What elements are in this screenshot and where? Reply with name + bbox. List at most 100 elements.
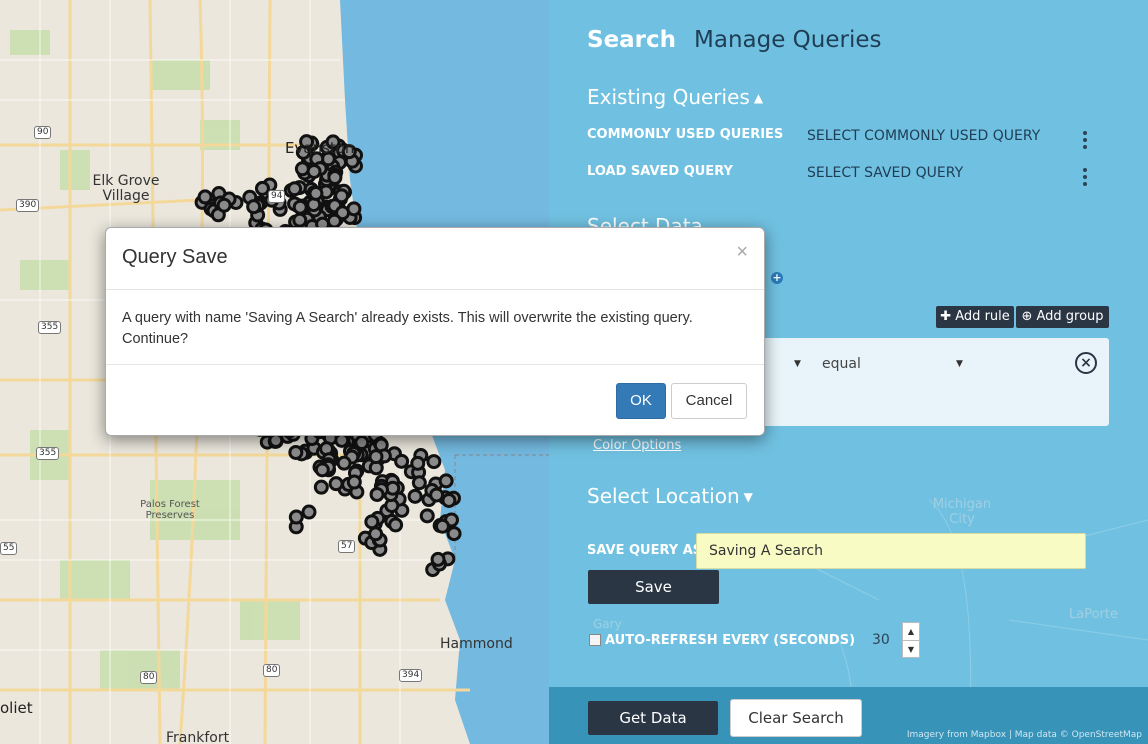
map-marker[interactable] — [268, 432, 284, 448]
place-label: LaPorte — [1069, 607, 1118, 622]
auto-refresh-label: AUTO-REFRESH EVERY (SECONDS) — [605, 633, 856, 648]
cancel-button[interactable]: Cancel — [671, 383, 747, 419]
map-marker[interactable] — [369, 486, 385, 502]
refresh-stepper[interactable]: ▲ ▼ — [902, 622, 920, 658]
tab-search[interactable]: Search — [587, 27, 676, 53]
remove-rule-icon[interactable]: × — [1075, 352, 1097, 374]
save-button[interactable]: Save — [588, 570, 719, 604]
place-label: Elk Grove Village — [92, 173, 160, 204]
map-marker[interactable] — [292, 199, 308, 215]
highway-shield: 80 — [263, 664, 281, 677]
place-label: Palos Forest Preserves — [140, 499, 200, 521]
action-bar: Get Data Clear Search Imagery from Mapbo… — [549, 687, 1148, 744]
query-rule: ▼ equal ▼ × — [734, 338, 1109, 426]
map-marker[interactable] — [287, 181, 303, 197]
map-marker[interactable] — [394, 453, 410, 469]
plus-circle-icon[interactable]: + — [771, 272, 783, 284]
chevron-down-icon: ▼ — [743, 490, 753, 504]
map-marker[interactable] — [368, 526, 384, 542]
divider — [106, 364, 764, 365]
map-marker[interactable] — [246, 199, 262, 215]
add-rule-button[interactable]: ✚ Add rule — [936, 306, 1014, 328]
map-marker[interactable] — [434, 518, 450, 534]
map-marker[interactable] — [430, 551, 446, 567]
map-attribution[interactable]: Imagery from Mapbox | Map data © OpenStr… — [907, 730, 1142, 740]
saved-query-label: LOAD SAVED QUERY — [587, 164, 733, 179]
map-marker[interactable] — [354, 435, 370, 451]
plus-icon: ✚ — [940, 309, 952, 324]
dialog-title: Query Save — [122, 246, 228, 268]
highway-shield: 57 — [338, 540, 356, 553]
map-marker[interactable] — [328, 476, 344, 492]
caret-down-icon[interactable]: ▼ — [956, 359, 963, 369]
place-label: Evanston — [285, 139, 355, 157]
map-marker[interactable] — [216, 197, 232, 213]
highway-shield: 355 — [36, 447, 60, 460]
get-data-button[interactable]: Get Data — [588, 701, 718, 735]
place-label: Gary — [593, 617, 622, 631]
operator-select[interactable]: equal — [822, 356, 861, 372]
map-marker[interactable] — [426, 454, 442, 470]
map-marker[interactable] — [368, 449, 384, 465]
save-query-input[interactable]: Saving A Search — [696, 533, 1086, 569]
place-label: oliet — [0, 699, 33, 717]
stepper-up-icon[interactable]: ▲ — [903, 623, 919, 640]
add-rule-label: Add rule — [955, 309, 1010, 324]
map-marker[interactable] — [407, 488, 423, 504]
highway-shield: 80 — [140, 671, 158, 684]
select-location-toggle[interactable]: Select Location ▼ — [587, 484, 753, 508]
map-marker[interactable] — [288, 509, 304, 525]
map-marker[interactable] — [411, 475, 427, 491]
map-marker[interactable] — [346, 474, 362, 490]
existing-queries-heading: Existing Queries — [587, 85, 750, 109]
map-marker[interactable] — [429, 487, 445, 503]
map-marker[interactable] — [314, 462, 330, 478]
map-marker[interactable] — [441, 492, 457, 508]
place-label: Michigan City — [932, 497, 992, 527]
dialog-message: A query with name 'Saving A Search' alre… — [122, 310, 693, 347]
plus-circle-icon: ⊕ — [1021, 309, 1033, 324]
map-marker[interactable] — [197, 189, 213, 205]
caret-down-icon[interactable]: ▼ — [794, 359, 801, 369]
map-marker[interactable] — [364, 514, 380, 530]
map-marker[interactable] — [254, 180, 270, 196]
map-marker[interactable] — [334, 432, 350, 448]
auto-refresh-checkbox[interactable] — [589, 634, 601, 646]
map-marker[interactable] — [327, 170, 343, 186]
highway-shield: 355 — [38, 321, 62, 334]
stepper-down-icon[interactable]: ▼ — [903, 640, 919, 658]
kebab-icon[interactable] — [1083, 168, 1087, 189]
map-marker[interactable] — [336, 455, 352, 471]
map-marker[interactable] — [292, 212, 308, 228]
map-marker[interactable] — [438, 473, 454, 489]
map-marker[interactable] — [388, 517, 404, 533]
map-marker[interactable] — [410, 455, 426, 471]
highway-shield: 94 — [268, 190, 286, 203]
existing-queries-toggle[interactable]: Existing Queries ▲ — [587, 85, 763, 109]
saved-query-select[interactable]: SELECT SAVED QUERY — [807, 165, 963, 181]
select-location-heading: Select Location — [587, 484, 740, 508]
commonly-used-label: COMMONLY USED QUERIES — [587, 127, 784, 142]
map-marker[interactable] — [288, 444, 304, 460]
place-label: Frankfort — [166, 730, 230, 744]
map-marker[interactable] — [446, 526, 462, 542]
map-marker[interactable] — [326, 213, 342, 229]
place-label: Hammond — [440, 636, 513, 652]
map-marker[interactable] — [306, 163, 322, 179]
map-marker[interactable] — [301, 504, 317, 520]
ok-button[interactable]: OK — [616, 383, 666, 419]
clear-search-button[interactable]: Clear Search — [730, 699, 862, 737]
query-save-dialog: Query Save × A query with name 'Saving A… — [105, 227, 765, 436]
close-icon[interactable]: × — [736, 242, 748, 262]
tab-manage-queries[interactable]: Manage Queries — [694, 27, 881, 53]
map-marker[interactable] — [419, 508, 435, 524]
refresh-seconds-value[interactable]: 30 — [872, 632, 890, 648]
map-marker[interactable] — [313, 479, 329, 495]
highway-shield: 55 — [0, 542, 18, 555]
kebab-icon[interactable] — [1083, 131, 1087, 152]
color-options-link[interactable]: Color Options — [593, 438, 681, 453]
map-marker[interactable] — [294, 161, 310, 177]
map-marker[interactable] — [308, 185, 324, 201]
add-group-button[interactable]: ⊕ Add group — [1016, 306, 1109, 328]
commonly-used-select[interactable]: SELECT COMMONLY USED QUERY — [807, 128, 1040, 144]
